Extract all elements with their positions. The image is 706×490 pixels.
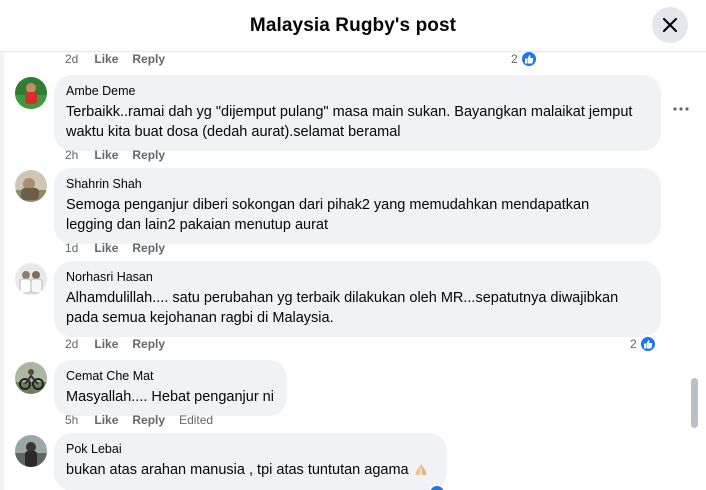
comment-time[interactable]: 2h [65, 148, 78, 162]
avatar[interactable] [15, 435, 47, 467]
comment-time[interactable]: 2d [65, 52, 78, 66]
reaction-count[interactable]: 2 [511, 50, 538, 68]
comment-text: bukan atas arahan manusia , tpi atas tun… [66, 460, 435, 482]
avatar[interactable] [15, 170, 47, 202]
dialog-header: Malaysia Rugby's post [0, 0, 706, 52]
reply-button[interactable]: Reply [132, 52, 165, 66]
comment-author[interactable]: Shahrin Shah [66, 176, 649, 192]
comment-actions: 5h Like Reply Edited [65, 412, 227, 428]
reaction-count[interactable]: 2 [630, 335, 657, 353]
comment-time[interactable]: 2d [65, 337, 78, 351]
like-thumb-icon [519, 50, 538, 68]
like-thumb-icon [638, 335, 657, 353]
comment-bubble: Pok Lebai bukan atas arahan manusia , tp… [54, 433, 447, 490]
avatar[interactable] [15, 77, 47, 109]
comment-time[interactable]: 1d [65, 241, 78, 255]
like-button[interactable]: Like [94, 337, 118, 351]
comment-bubble: Cemat Che Mat Masyallah.... Hebat pengan… [54, 360, 287, 416]
comment-text: Terbaikk..ramai dah yg "dijemput pulang"… [66, 104, 633, 140]
like-button[interactable]: Like [94, 52, 118, 66]
comment-text-content: bukan atas arahan manusia , tpi atas tun… [66, 462, 409, 478]
like-thumb-icon [428, 484, 446, 490]
like-button[interactable]: Like [94, 241, 118, 255]
praying-hands-emoji [413, 462, 429, 482]
close-button[interactable] [652, 7, 688, 43]
comment-author[interactable]: Ambe Deme [66, 83, 649, 99]
like-button[interactable]: Like [94, 413, 118, 427]
post-dialog: Malaysia Rugby's post 2d Like Reply 2 Am… [0, 0, 706, 490]
comment-text: Masyallah.... Hebat penganjur ni [66, 389, 274, 405]
avatar[interactable] [15, 263, 47, 295]
close-icon [662, 17, 678, 33]
comment-author[interactable]: Pok Lebai [66, 441, 435, 457]
scrollbar-thumb[interactable] [691, 378, 698, 428]
comment-time[interactable]: 5h [65, 413, 78, 427]
reply-button[interactable]: Reply [132, 241, 165, 255]
comment-actions: 1d Like Reply [65, 240, 179, 256]
reaction-number: 2 [630, 337, 637, 351]
comment-bubble: Shahrin Shah Semoga penganjur diberi sok… [54, 168, 661, 244]
comment-actions: 2h Like Reply [65, 147, 179, 163]
comment-bubble: Norhasri Hasan Alhamdulillah.... satu pe… [54, 261, 661, 337]
reaction-number: 2 [511, 52, 518, 66]
comment-author[interactable]: Cemat Che Mat [66, 368, 275, 384]
avatar[interactable] [15, 362, 47, 394]
reply-button[interactable]: Reply [132, 413, 165, 427]
more-options-icon [673, 107, 689, 111]
edited-label: Edited [179, 413, 214, 427]
like-button[interactable]: Like [94, 148, 118, 162]
comment-text: Semoga penganjur diberi sokongan dari pi… [66, 197, 590, 233]
reaction-count-partial [426, 484, 446, 490]
dialog-title: Malaysia Rugby's post [249, 14, 457, 36]
comment-text: Alhamdulillah.... satu perubahan yg terb… [66, 290, 619, 326]
comment-bubble: Ambe Deme Terbaikk..ramai dah yg "dijemp… [54, 75, 661, 151]
comment-actions: 2d Like Reply [65, 51, 179, 67]
comment-actions: 2d Like Reply [65, 336, 179, 352]
reply-button[interactable]: Reply [132, 148, 165, 162]
comment-author[interactable]: Norhasri Hasan [66, 269, 649, 285]
reply-button[interactable]: Reply [132, 337, 165, 351]
